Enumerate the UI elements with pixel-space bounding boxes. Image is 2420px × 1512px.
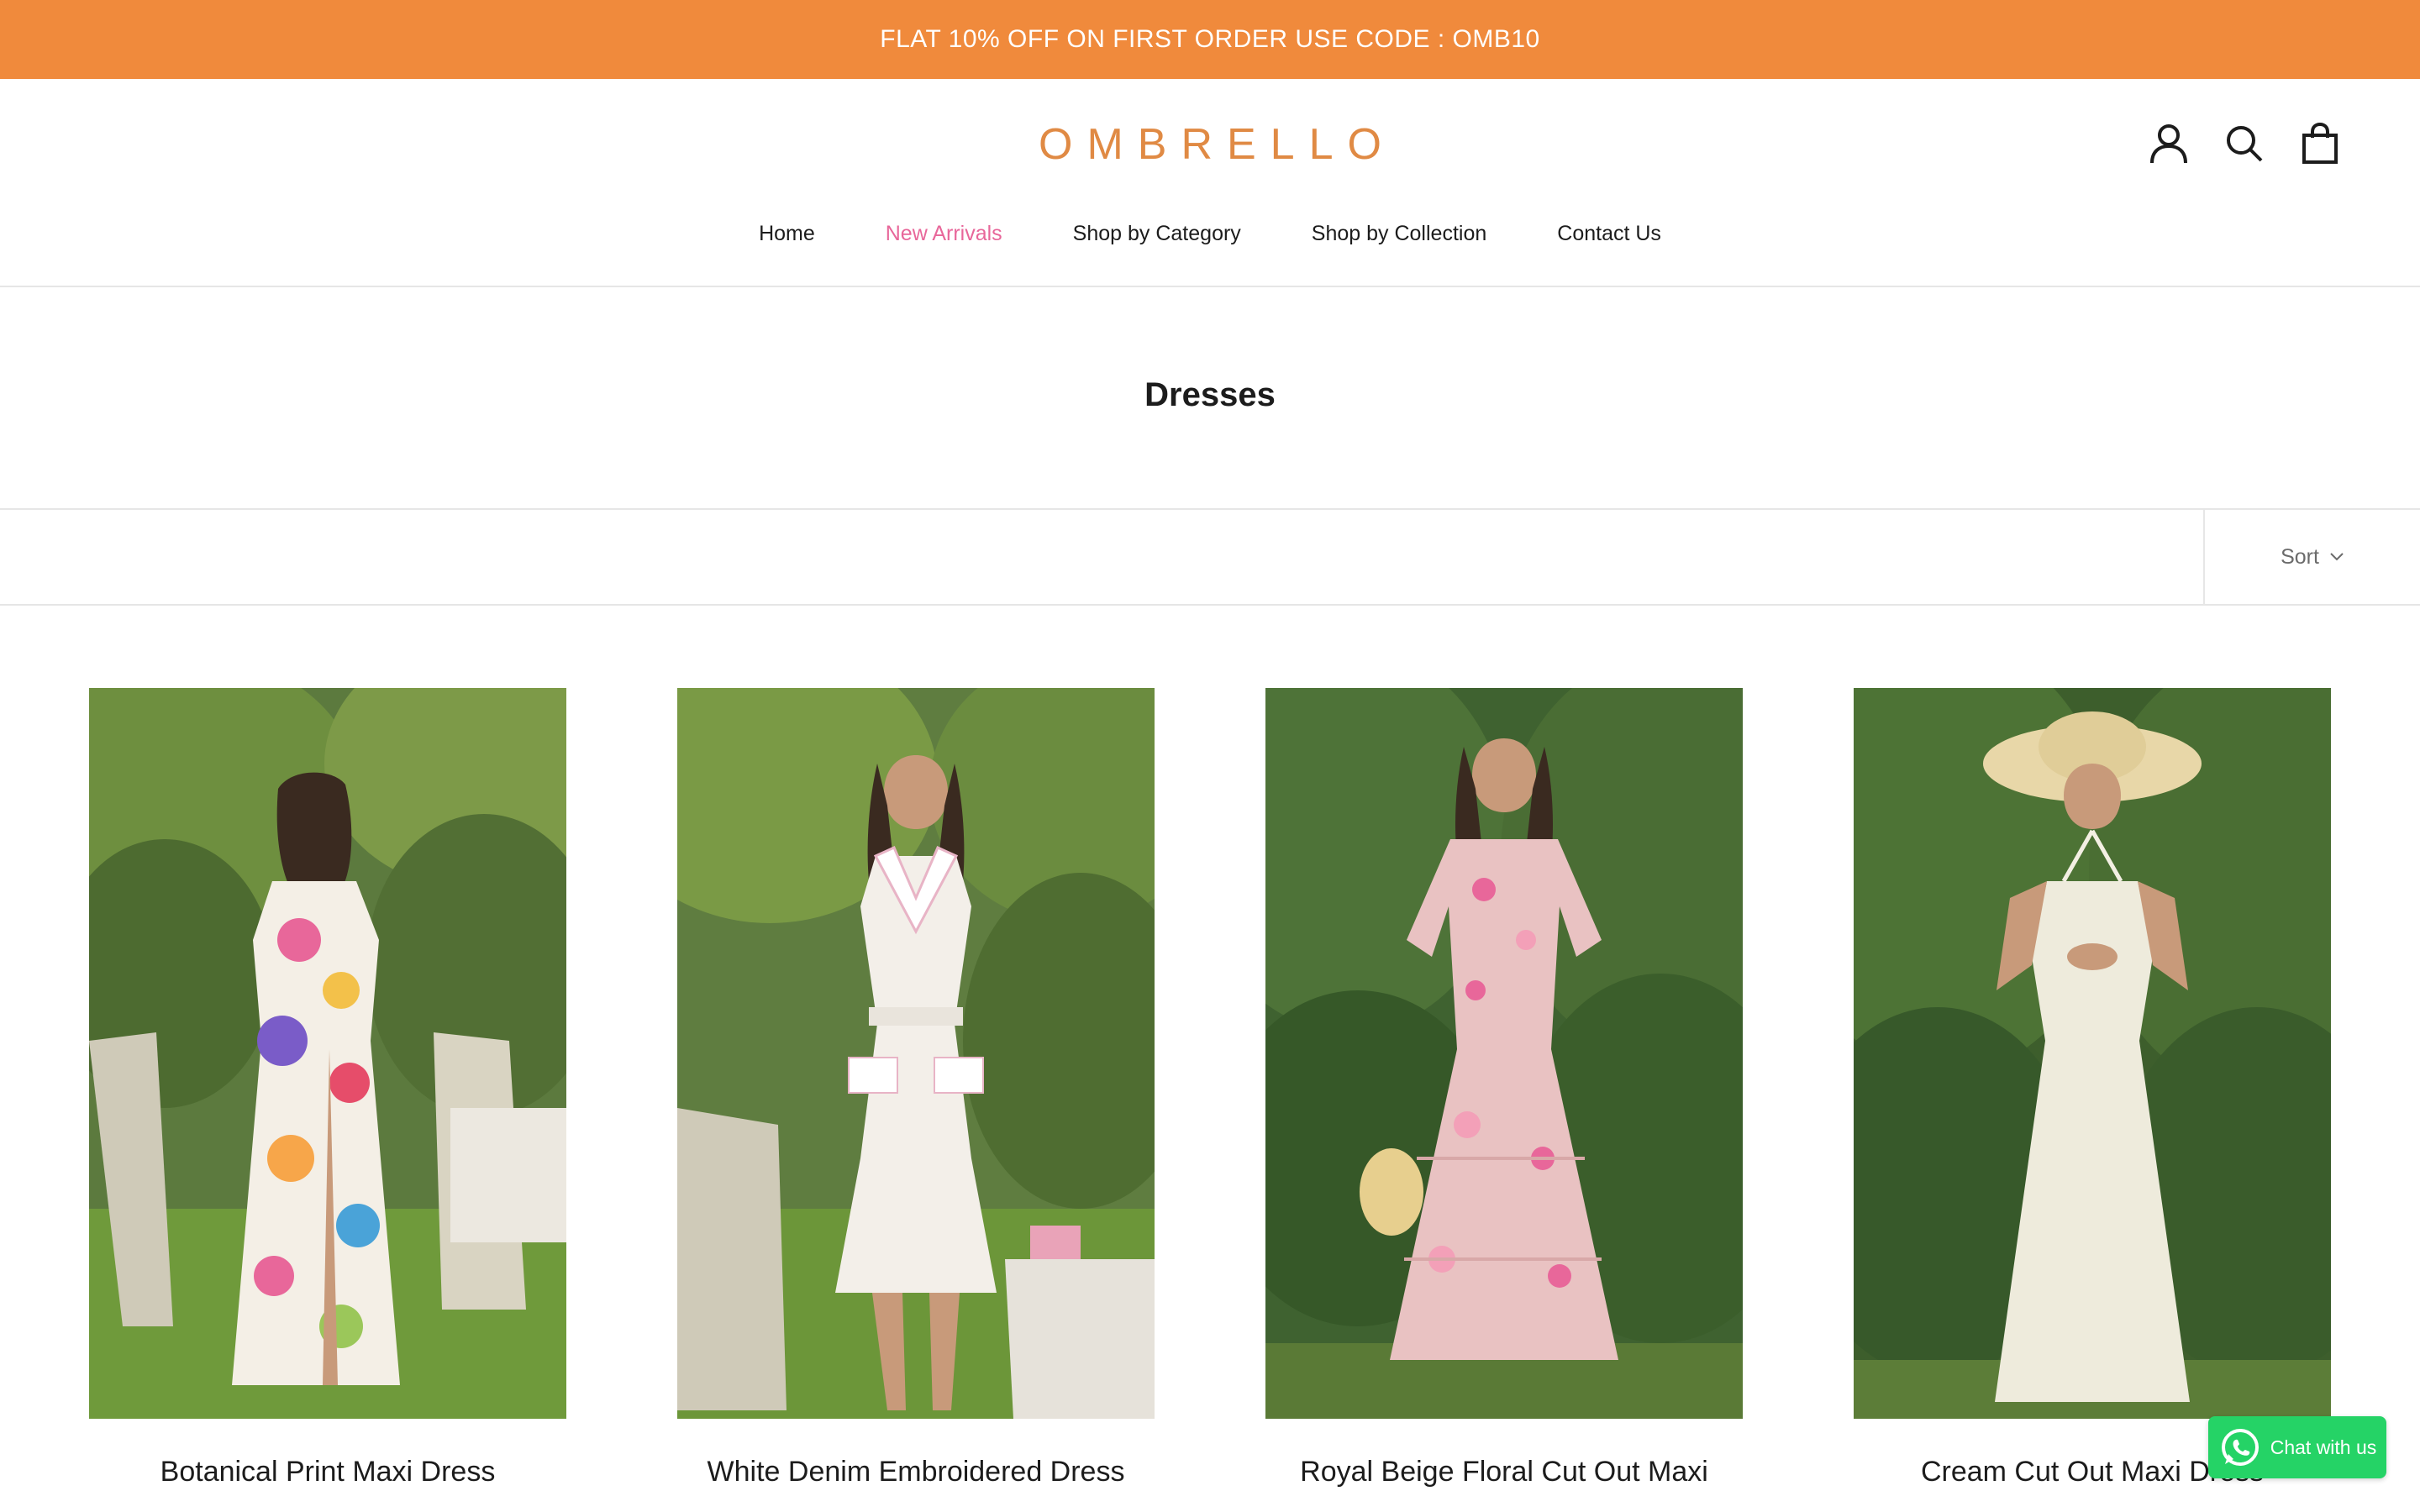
- product-card[interactable]: White Denim Embroidered Dress: [677, 688, 1155, 1488]
- product-image[interactable]: [1854, 688, 2331, 1419]
- sort-button[interactable]: Sort: [2203, 510, 2420, 604]
- product-title[interactable]: Royal Beige Floral Cut Out Maxi: [1265, 1456, 1743, 1488]
- account-button[interactable]: [2149, 123, 2188, 165]
- site-header: OMBRELLO Home New Arrivals Shop by Categ…: [0, 79, 2420, 287]
- nav-item-new-arrivals[interactable]: New Arrivals: [886, 222, 1002, 246]
- product-image[interactable]: [677, 688, 1155, 1419]
- nav-item-shop-by-collection[interactable]: Shop by Collection: [1312, 222, 1486, 246]
- product-card[interactable]: Cream Cut Out Maxi Dress: [1854, 688, 2331, 1488]
- nav-item-shop-by-category[interactable]: Shop by Category: [1073, 222, 1241, 246]
- product-title[interactable]: White Denim Embroidered Dress: [677, 1456, 1155, 1488]
- cart-button[interactable]: [2301, 123, 2339, 165]
- search-icon: [2227, 126, 2263, 162]
- main-nav: Home New Arrivals Shop by Category Shop …: [0, 222, 2420, 246]
- nav-item-contact-us[interactable]: Contact Us: [1557, 222, 1661, 246]
- chevron-down-icon: [2330, 553, 2344, 561]
- promo-banner: FLAT 10% OFF ON FIRST ORDER USE CODE : O…: [0, 0, 2420, 79]
- product-image[interactable]: [89, 688, 566, 1419]
- page-title: Dresses: [1144, 376, 1276, 413]
- nav-item-home[interactable]: Home: [759, 222, 815, 246]
- product-image[interactable]: [1265, 688, 1743, 1419]
- promo-text: FLAT 10% OFF ON FIRST ORDER USE CODE : O…: [880, 25, 1540, 53]
- product-card[interactable]: Botanical Print Maxi Dress: [89, 688, 566, 1488]
- brand-logo[interactable]: OMBRELLO: [0, 119, 2420, 170]
- product-card[interactable]: Royal Beige Floral Cut Out Maxi: [1265, 688, 1743, 1488]
- shopping-bag-icon: [2302, 123, 2338, 164]
- product-grid: Botanical Print Maxi Dress White Denim E…: [89, 688, 2331, 1488]
- whatsapp-chat-button[interactable]: Chat with us: [2208, 1416, 2386, 1478]
- whatsapp-icon: [2221, 1429, 2259, 1466]
- sort-label: Sort: [2281, 544, 2319, 569]
- search-button[interactable]: [2225, 123, 2264, 165]
- product-title[interactable]: Botanical Print Maxi Dress: [89, 1456, 566, 1488]
- chat-label: Chat with us: [2270, 1436, 2377, 1458]
- header-icons: [2149, 123, 2339, 165]
- collection-toolbar: Sort: [0, 508, 2420, 606]
- account-icon: [2150, 124, 2187, 164]
